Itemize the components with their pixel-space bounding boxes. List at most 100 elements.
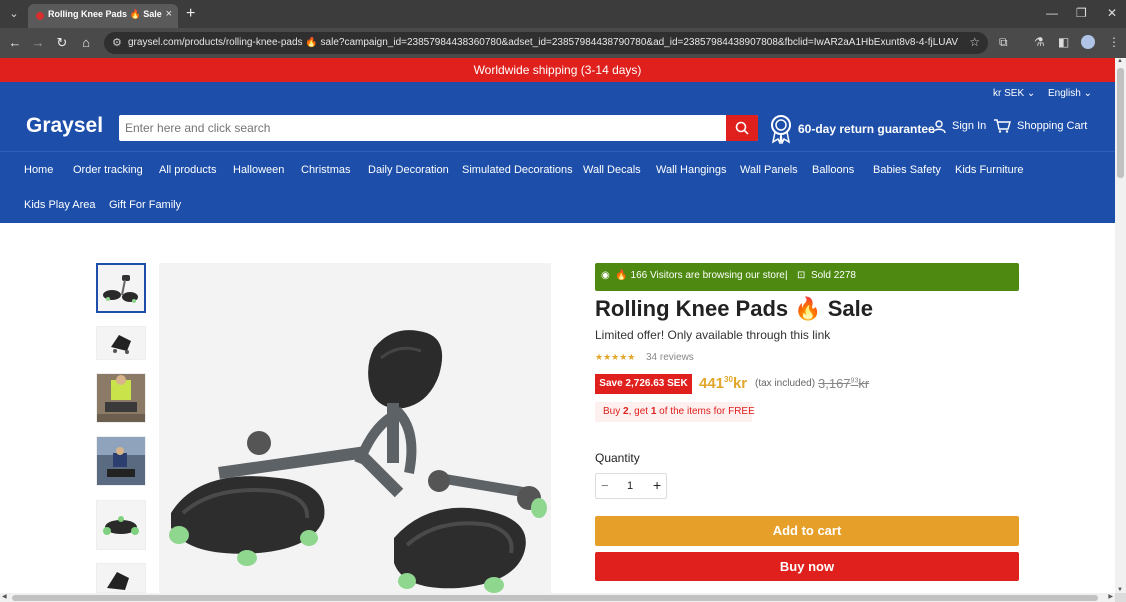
quantity-increase-button[interactable]: + xyxy=(653,477,661,493)
nav-kids-furniture[interactable]: Kids Furniture xyxy=(955,164,1023,176)
visitors-info: ◉ 🔥 166 Visitors are browsing our store. xyxy=(601,270,788,281)
sidebar-icon[interactable]: ◧ xyxy=(1058,35,1069,49)
address-bar[interactable]: ⚙ graysel.com/products/rolling-knee-pads… xyxy=(104,32,988,54)
nav-halloween[interactable]: Halloween xyxy=(233,164,284,176)
vertical-scrollbar[interactable]: ▲ ▼ xyxy=(1115,58,1126,593)
nav-kids-play-area[interactable]: Kids Play Area xyxy=(24,199,96,211)
bag-icon: ⊡ xyxy=(797,270,806,281)
wheels-thumbnail-image xyxy=(97,501,145,549)
price-cents: 30 xyxy=(724,375,733,384)
quantity-stepper: − 1 + xyxy=(595,473,667,499)
rolling-knee-pads-image xyxy=(159,263,551,593)
tax-note: (tax included) xyxy=(755,378,816,389)
product-thumbnail[interactable] xyxy=(96,326,146,360)
horizontal-scroll-thumb[interactable] xyxy=(12,595,1098,601)
cart-label: Shopping Cart xyxy=(1017,120,1088,132)
nav-order-tracking[interactable]: Order tracking xyxy=(73,164,143,176)
scroll-up-arrow-icon[interactable]: ▲ xyxy=(1117,58,1123,64)
nav-babies-safety[interactable]: Babies Safety xyxy=(873,164,941,176)
scrollbar-corner xyxy=(1115,593,1126,602)
product-thumbnail[interactable] xyxy=(96,500,146,550)
original-price: 3,16793kr xyxy=(818,376,869,391)
visitors-separator: | xyxy=(785,270,788,281)
menu-kebab-icon[interactable]: ⋮ xyxy=(1108,35,1120,49)
product-subtitle: Limited offer! Only available through th… xyxy=(595,328,831,342)
product-thumbnail[interactable] xyxy=(96,373,146,423)
promo-prefix: Buy xyxy=(603,406,624,417)
nav-wall-hangings[interactable]: Wall Hangings xyxy=(656,164,727,176)
search-icon xyxy=(735,121,749,135)
search-input[interactable] xyxy=(125,119,721,137)
forward-arrow-icon[interactable]: → xyxy=(30,35,46,50)
product-thumbnail[interactable] xyxy=(96,436,146,486)
knee-pads-thumbnail-image xyxy=(98,265,144,311)
header-divider xyxy=(0,151,1115,152)
sold-text: Sold 2278 xyxy=(810,270,856,281)
reviews-link[interactable]: 34 reviews xyxy=(646,352,694,363)
browser-toolbar: ← → ↻ ⌂ ⚙ graysel.com/products/rolling-k… xyxy=(0,28,1126,58)
promo-suffix: of the items for FREE xyxy=(656,406,755,417)
search-button[interactable] xyxy=(726,115,758,141)
url-text[interactable]: graysel.com/products/rolling-knee-pads 🔥… xyxy=(128,37,958,48)
nav-balloons[interactable]: Balloons xyxy=(812,164,854,176)
search-box xyxy=(119,115,758,141)
flask-icon[interactable]: ⚗ xyxy=(1034,35,1045,49)
reload-icon[interactable]: ↻ xyxy=(54,35,70,51)
language-selector[interactable]: English ⌄ xyxy=(1048,88,1092,99)
product-thumbnail[interactable] xyxy=(96,263,146,313)
horizontal-scrollbar[interactable]: ◀ ▶ xyxy=(0,593,1115,602)
profile-avatar[interactable] xyxy=(1081,35,1095,49)
tab-title: Rolling Knee Pads 🔥 Sale xyxy=(48,9,162,19)
browser-tab[interactable]: Rolling Knee Pads 🔥 Sale × xyxy=(28,4,178,28)
old-price-main: 3,167 xyxy=(818,376,851,391)
currency-selector[interactable]: kr SEK ⌄ xyxy=(993,88,1035,99)
guarantee-text: 60-day return guarantee xyxy=(798,122,935,136)
cart-icon xyxy=(994,119,1011,133)
quantity-value[interactable]: 1 xyxy=(627,480,633,492)
eye-icon: ◉ xyxy=(601,270,610,281)
product-thumbnail[interactable] xyxy=(96,563,146,593)
tab-list-chevron-icon[interactable]: ⌄ xyxy=(6,6,22,22)
nav-daily-decoration[interactable]: Daily Decoration xyxy=(368,164,449,176)
home-icon[interactable]: ⌂ xyxy=(78,35,94,50)
tab-close-icon[interactable]: × xyxy=(166,8,172,20)
promo-offer: Buy 2, get 1 of the items for FREE xyxy=(595,402,755,422)
nav-gift-for-family[interactable]: Gift For Family xyxy=(109,199,181,211)
mechanic-thumbnail-image xyxy=(97,437,145,485)
product-title: Rolling Knee Pads 🔥 Sale xyxy=(595,296,874,321)
visitors-bar: ◉ 🔥 166 Visitors are browsing our store.… xyxy=(595,263,1019,291)
main-product-image[interactable] xyxy=(159,263,551,593)
price-currency: kr xyxy=(732,375,748,392)
price-main: 441 xyxy=(699,375,725,392)
nav-wall-decals[interactable]: Wall Decals xyxy=(583,164,641,176)
site-logo[interactable]: Graysel xyxy=(26,114,103,138)
rating-stars[interactable]: ★★★★★ xyxy=(595,352,635,363)
nav-wall-panels[interactable]: Wall Panels xyxy=(740,164,798,176)
vertical-scroll-thumb[interactable] xyxy=(1117,68,1124,178)
window-close-button[interactable]: ✕ xyxy=(1107,6,1117,20)
save-badge: Save 2,726.63 SEK xyxy=(595,374,692,394)
back-arrow-icon[interactable]: ← xyxy=(7,35,23,50)
minimize-button[interactable]: — xyxy=(1046,6,1058,20)
buy-now-button[interactable]: Buy now xyxy=(595,552,1019,581)
site-header: kr SEK ⌄ English ⌄ Graysel 60-day return… xyxy=(0,82,1115,223)
visitors-text: 🔥 166 Visitors are browsing our store. xyxy=(615,270,788,281)
nav-christmas[interactable]: Christmas xyxy=(301,164,351,176)
extensions-icon[interactable]: ⧉ xyxy=(999,35,1008,50)
new-tab-button[interactable]: + xyxy=(186,5,195,23)
worker-thumbnail-image xyxy=(97,374,145,422)
nav-simulated-decorations[interactable]: Simulated Decorations xyxy=(462,164,573,176)
nav-all-products[interactable]: All products xyxy=(159,164,216,176)
scroll-left-arrow-icon[interactable]: ◀ xyxy=(2,593,7,600)
site-info-icon[interactable]: ⚙ xyxy=(112,36,122,49)
nav-home[interactable]: Home xyxy=(24,164,53,176)
maximize-button[interactable]: ❐ xyxy=(1076,6,1087,20)
add-to-cart-button[interactable]: Add to cart xyxy=(595,516,1019,546)
bookmark-star-icon[interactable]: ☆ xyxy=(969,35,980,49)
old-price-currency: kr xyxy=(858,376,870,391)
quantity-decrease-button[interactable]: − xyxy=(601,478,609,493)
award-ribbon-icon xyxy=(771,115,791,144)
favicon-icon xyxy=(36,12,44,20)
knee-pad-side-thumbnail-image xyxy=(97,327,145,359)
scroll-right-arrow-icon[interactable]: ▶ xyxy=(1108,593,1113,600)
